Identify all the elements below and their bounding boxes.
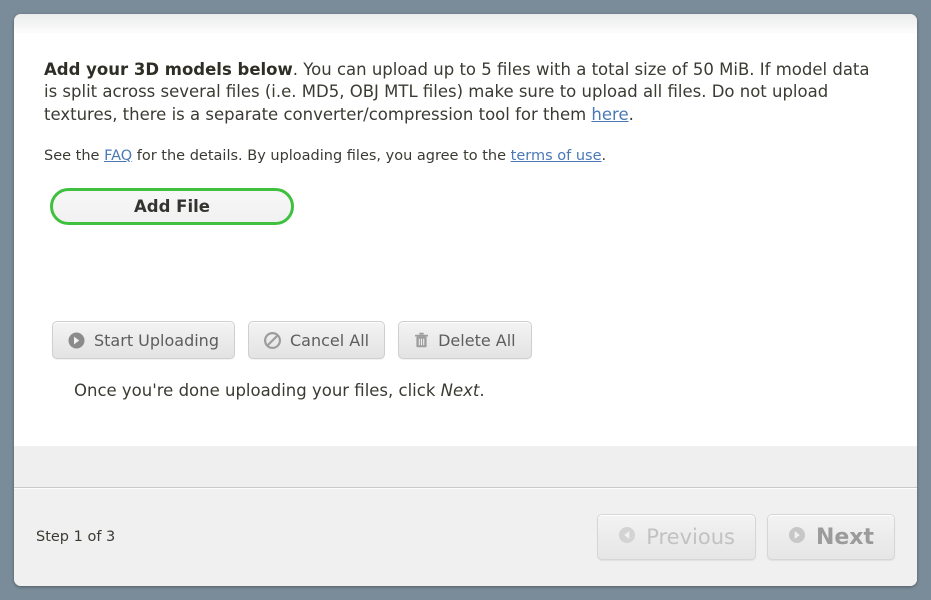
window-title-strip bbox=[14, 14, 917, 33]
intro-text-2: . bbox=[628, 104, 634, 124]
wizard-footer: Step 1 of 3 Previous Next bbox=[14, 487, 917, 586]
previous-button[interactable]: Previous bbox=[597, 514, 756, 560]
cancel-all-button[interactable]: Cancel All bbox=[247, 321, 386, 360]
hint-text-2: . bbox=[479, 381, 485, 401]
cancel-all-label: Cancel All bbox=[289, 330, 370, 350]
next-label: Next bbox=[815, 524, 874, 550]
faq-link[interactable]: FAQ bbox=[104, 148, 132, 164]
hint-emphasis: Next bbox=[440, 381, 480, 401]
wizard-content: Add your 3D models below. You can upload… bbox=[14, 33, 917, 445]
hint-text-1: Once you're done uploading your files, c… bbox=[74, 381, 441, 401]
circle-arrow-left-icon bbox=[618, 525, 636, 549]
circle-arrow-right-icon bbox=[68, 332, 85, 349]
intro-bold-lead: Add your 3D models below bbox=[44, 60, 293, 79]
next-button[interactable]: Next bbox=[766, 514, 895, 560]
step-indicator: Step 1 of 3 bbox=[36, 529, 116, 545]
empty-file-list-panel bbox=[14, 445, 917, 487]
circle-arrow-right-icon bbox=[788, 525, 806, 550]
subline-paragraph: See the FAQ for the details. By uploadin… bbox=[44, 146, 887, 166]
subline-text-2: for the details. By uploading files, you… bbox=[132, 147, 511, 164]
terms-of-use-link[interactable]: terms of use bbox=[511, 148, 602, 164]
trash-icon bbox=[414, 332, 429, 349]
wizard-navigation: Previous Next bbox=[597, 514, 895, 560]
add-file-button[interactable]: Add File bbox=[50, 188, 294, 226]
previous-label: Previous bbox=[646, 525, 735, 549]
ban-icon bbox=[263, 331, 281, 349]
next-step-hint: Once you're done uploading your files, c… bbox=[74, 381, 887, 400]
start-uploading-button[interactable]: Start Uploading bbox=[52, 321, 235, 360]
subline-text-1: See the bbox=[44, 147, 105, 164]
file-actions-toolbar: Start Uploading Cancel All Delete All bbox=[44, 321, 887, 360]
upload-wizard-window: Add your 3D models below. You can upload… bbox=[14, 14, 917, 586]
delete-all-label: Delete All bbox=[438, 330, 516, 350]
start-uploading-label: Start Uploading bbox=[94, 330, 219, 350]
subline-text-3: . bbox=[601, 147, 607, 164]
here-link[interactable]: here bbox=[591, 105, 628, 124]
delete-all-button[interactable]: Delete All bbox=[398, 321, 532, 360]
intro-paragraph: Add your 3D models below. You can upload… bbox=[44, 59, 880, 126]
